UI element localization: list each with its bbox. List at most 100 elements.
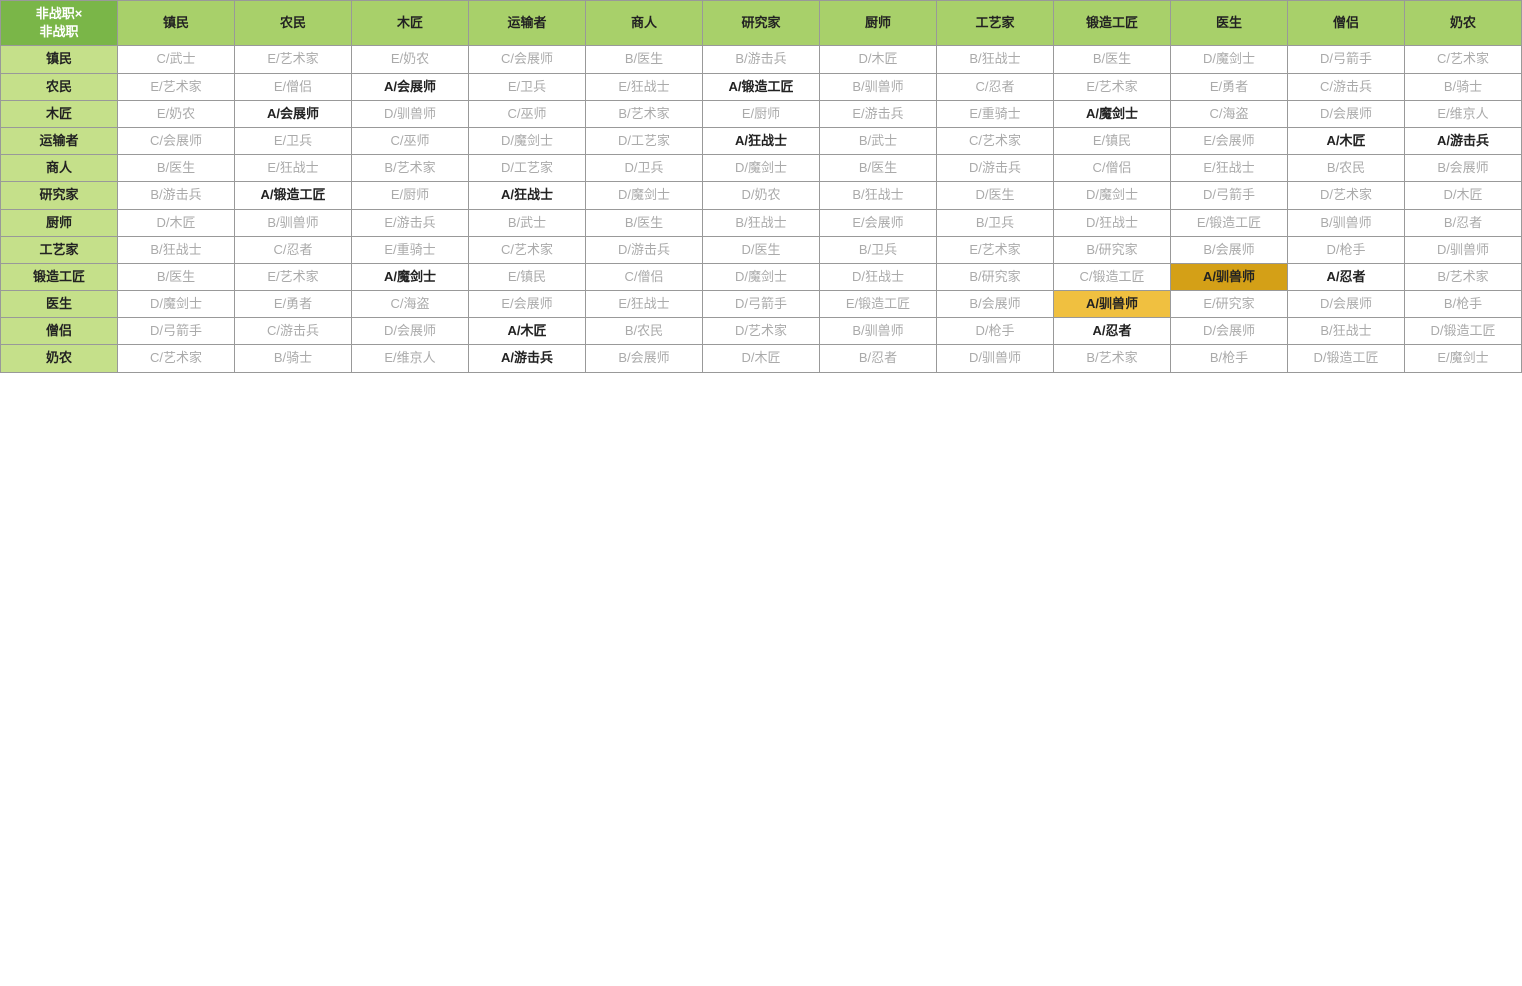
- table-cell: D/会展师: [1288, 100, 1405, 127]
- table-cell: D/驯兽师: [352, 100, 469, 127]
- table-cell: E/艺术家: [235, 46, 352, 73]
- table-cell: E/艺术家: [1054, 73, 1171, 100]
- table-cell: C/僧侣: [1054, 155, 1171, 182]
- table-cell: B/武士: [469, 209, 586, 236]
- table-cell: E/卫兵: [469, 73, 586, 100]
- table-row: 僧侣D/弓箭手C/游击兵D/会展师A/木匠B/农民D/艺术家B/驯兽师D/枪手A…: [1, 318, 1522, 345]
- table-cell: B/会展师: [937, 291, 1054, 318]
- table-cell: C/僧侣: [586, 263, 703, 290]
- table-cell: B/狂战士: [703, 209, 820, 236]
- table-row: 研究家B/游击兵A/锻造工匠E/厨师A/狂战士D/魔剑士D/奶农B/狂战士D/医…: [1, 182, 1522, 209]
- table-cell: D/会展师: [352, 318, 469, 345]
- table-cell: E/狂战士: [586, 73, 703, 100]
- table-cell: D/艺术家: [1288, 182, 1405, 209]
- table-cell: A/游击兵: [1405, 127, 1522, 154]
- table-cell: A/狂战士: [703, 127, 820, 154]
- table-cell: B/艺术家: [1054, 345, 1171, 372]
- table-cell: D/医生: [703, 236, 820, 263]
- table-cell: D/魔剑士: [703, 155, 820, 182]
- table-cell: B/游击兵: [118, 182, 235, 209]
- table-cell: E/奶农: [352, 46, 469, 73]
- row-header: 奶农: [1, 345, 118, 372]
- table-cell: D/驯兽师: [937, 345, 1054, 372]
- row-header: 木匠: [1, 100, 118, 127]
- table-cell: A/锻造工匠: [235, 182, 352, 209]
- table-cell: D/木匠: [820, 46, 937, 73]
- row-header: 僧侣: [1, 318, 118, 345]
- table-cell: E/厨师: [352, 182, 469, 209]
- table-cell: D/弓箭手: [703, 291, 820, 318]
- table-row: 医生D/魔剑士E/勇者C/海盗E/会展师E/狂战士D/弓箭手E/锻造工匠B/会展…: [1, 291, 1522, 318]
- table-cell: B/会展师: [586, 345, 703, 372]
- table-cell: D/狂战士: [1054, 209, 1171, 236]
- table-cell: D/驯兽师: [1405, 236, 1522, 263]
- table-cell: E/重骑士: [352, 236, 469, 263]
- table-cell: E/会展师: [1171, 127, 1288, 154]
- table-cell: B/艺术家: [352, 155, 469, 182]
- row-header: 商人: [1, 155, 118, 182]
- table-row: 锻造工匠B/医生E/艺术家A/魔剑士E/镇民C/僧侣D/魔剑士D/狂战士B/研究…: [1, 263, 1522, 290]
- table-cell: E/勇者: [235, 291, 352, 318]
- table-cell: D/木匠: [118, 209, 235, 236]
- table-cell: C/艺术家: [1405, 46, 1522, 73]
- table-cell: E/游击兵: [820, 100, 937, 127]
- table-cell: D/弓箭手: [1288, 46, 1405, 73]
- table-cell: A/驯兽师: [1054, 291, 1171, 318]
- table-cell: D/会展师: [1288, 291, 1405, 318]
- table-cell: B/忍者: [820, 345, 937, 372]
- table-cell: B/农民: [1288, 155, 1405, 182]
- table-cell: D/魔剑士: [1171, 46, 1288, 73]
- table-cell: E/厨师: [703, 100, 820, 127]
- table-cell: D/弓箭手: [1171, 182, 1288, 209]
- table-cell: C/武士: [118, 46, 235, 73]
- table-cell: A/魔剑士: [1054, 100, 1171, 127]
- table-cell: E/锻造工匠: [820, 291, 937, 318]
- table-cell: D/奶农: [703, 182, 820, 209]
- table-cell: D/卫兵: [586, 155, 703, 182]
- table-cell: E/会展师: [469, 291, 586, 318]
- table-cell: A/会展师: [235, 100, 352, 127]
- table-cell: A/魔剑士: [352, 263, 469, 290]
- table-cell: E/维京人: [1405, 100, 1522, 127]
- row-header: 工艺家: [1, 236, 118, 263]
- table-row: 商人B/医生E/狂战士B/艺术家D/工艺家D/卫兵D/魔剑士B/医生D/游击兵C…: [1, 155, 1522, 182]
- table-cell: E/艺术家: [937, 236, 1054, 263]
- table-cell: B/研究家: [1054, 236, 1171, 263]
- col-header: 镇民: [118, 1, 235, 46]
- table-row: 运输者C/会展师E/卫兵C/巫师D/魔剑士D/工艺家A/狂战士B/武士C/艺术家…: [1, 127, 1522, 154]
- table-cell: E/艺术家: [118, 73, 235, 100]
- table-cell: C/巫师: [469, 100, 586, 127]
- table-cell: B/驯兽师: [820, 318, 937, 345]
- row-header: 镇民: [1, 46, 118, 73]
- table-cell: B/研究家: [937, 263, 1054, 290]
- col-header: 农民: [235, 1, 352, 46]
- table-cell: B/医生: [118, 263, 235, 290]
- table-cell: B/狂战士: [937, 46, 1054, 73]
- col-header: 运输者: [469, 1, 586, 46]
- col-header: 木匠: [352, 1, 469, 46]
- table-cell: D/游击兵: [937, 155, 1054, 182]
- table-cell: B/驯兽师: [235, 209, 352, 236]
- table-cell: D/木匠: [1405, 182, 1522, 209]
- table-cell: A/木匠: [1288, 127, 1405, 154]
- table-cell: E/会展师: [820, 209, 937, 236]
- table-cell: C/海盗: [352, 291, 469, 318]
- table-row: 工艺家B/狂战士C/忍者E/重骑士C/艺术家D/游击兵D/医生B/卫兵E/艺术家…: [1, 236, 1522, 263]
- table-cell: E/艺术家: [235, 263, 352, 290]
- table-cell: D/木匠: [703, 345, 820, 372]
- row-header: 医生: [1, 291, 118, 318]
- table-cell: B/忍者: [1405, 209, 1522, 236]
- table-cell: A/狂战士: [469, 182, 586, 209]
- table-cell: E/魔剑士: [1405, 345, 1522, 372]
- table-cell: D/弓箭手: [118, 318, 235, 345]
- table-cell: B/枪手: [1405, 291, 1522, 318]
- table-cell: E/卫兵: [235, 127, 352, 154]
- table-cell: E/游击兵: [352, 209, 469, 236]
- table-cell: C/海盗: [1171, 100, 1288, 127]
- table-cell: B/骑士: [1405, 73, 1522, 100]
- table-cell: B/枪手: [1171, 345, 1288, 372]
- table-cell: A/忍者: [1054, 318, 1171, 345]
- col-header: 研究家: [703, 1, 820, 46]
- col-header: 锻造工匠: [1054, 1, 1171, 46]
- table-cell: A/游击兵: [469, 345, 586, 372]
